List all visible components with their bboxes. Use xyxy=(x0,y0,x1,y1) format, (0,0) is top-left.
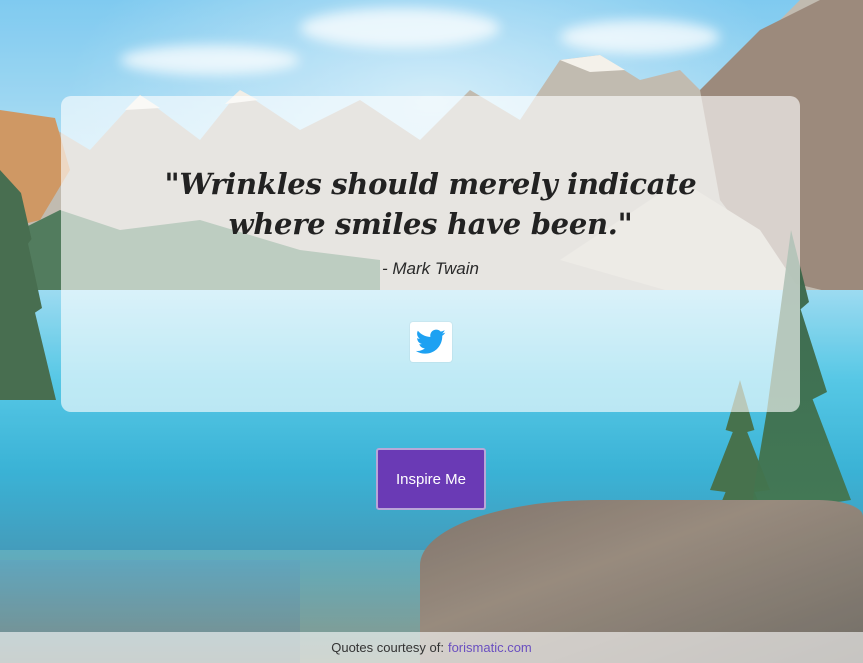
quote-text: "Wrinkles should merely indicate where s… xyxy=(164,167,697,241)
footer: Quotes courtesy of: forismatic.com xyxy=(0,632,863,663)
quote-card: "Wrinkles should merely indicate where s… xyxy=(61,96,800,412)
twitter-bird-icon xyxy=(416,329,446,354)
footer-credit-text: Quotes courtesy of: xyxy=(331,640,444,655)
quote-author: - Mark Twain xyxy=(382,259,479,278)
forismatic-link[interactable]: forismatic.com xyxy=(448,640,532,655)
tweet-button[interactable] xyxy=(410,322,452,362)
inspire-me-button[interactable]: Inspire Me xyxy=(376,448,486,510)
page-background: "Wrinkles should merely indicate where s… xyxy=(0,0,863,663)
